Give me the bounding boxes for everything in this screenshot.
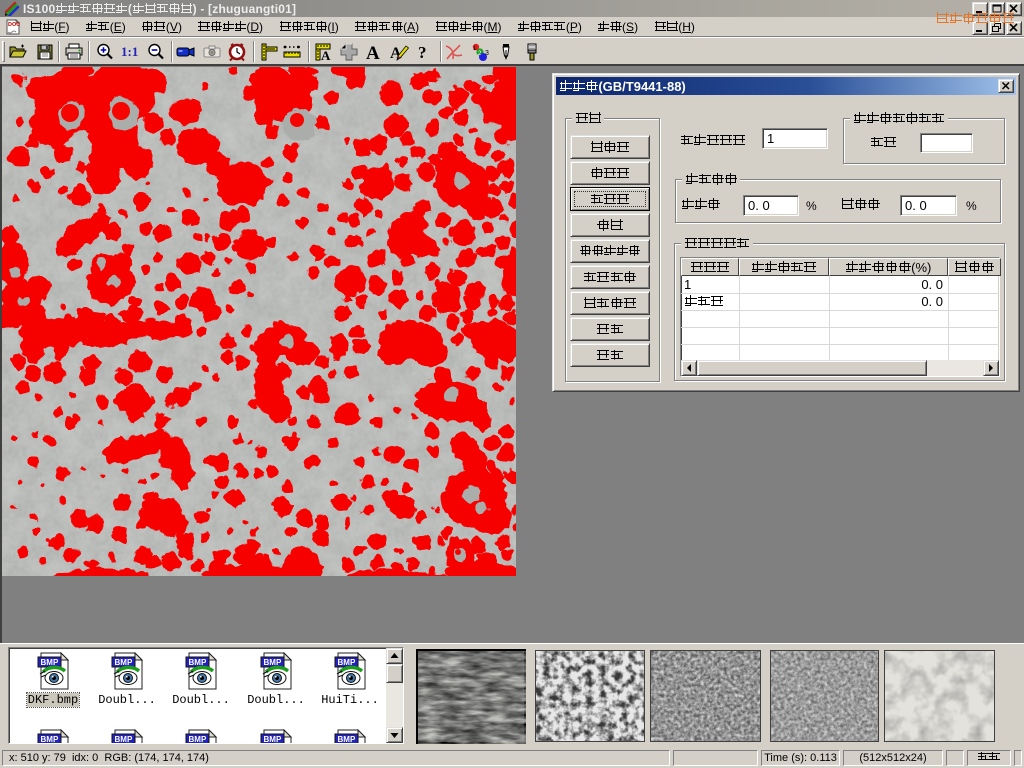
svg-text:BMP: BMP — [264, 735, 282, 744]
svg-text:BMP: BMP — [41, 658, 59, 667]
svg-text:BMP: BMP — [115, 658, 133, 667]
svg-text:1:1: 1:1 — [121, 44, 138, 59]
svg-text:A: A — [366, 43, 380, 62]
svg-text:A: A — [321, 48, 331, 62]
svg-text:BMP: BMP — [115, 735, 133, 744]
svg-text:BMP: BMP — [338, 735, 356, 744]
svg-text:3: 3 — [485, 50, 489, 57]
svg-text:BMP: BMP — [338, 658, 356, 667]
svg-text:BMP: BMP — [41, 735, 59, 744]
svg-text:BMP: BMP — [189, 658, 207, 667]
svg-text:?: ? — [418, 43, 427, 62]
svg-text:BMP: BMP — [264, 658, 282, 667]
svg-text:DOC: DOC — [8, 22, 20, 28]
svg-text:BMP: BMP — [189, 735, 207, 744]
